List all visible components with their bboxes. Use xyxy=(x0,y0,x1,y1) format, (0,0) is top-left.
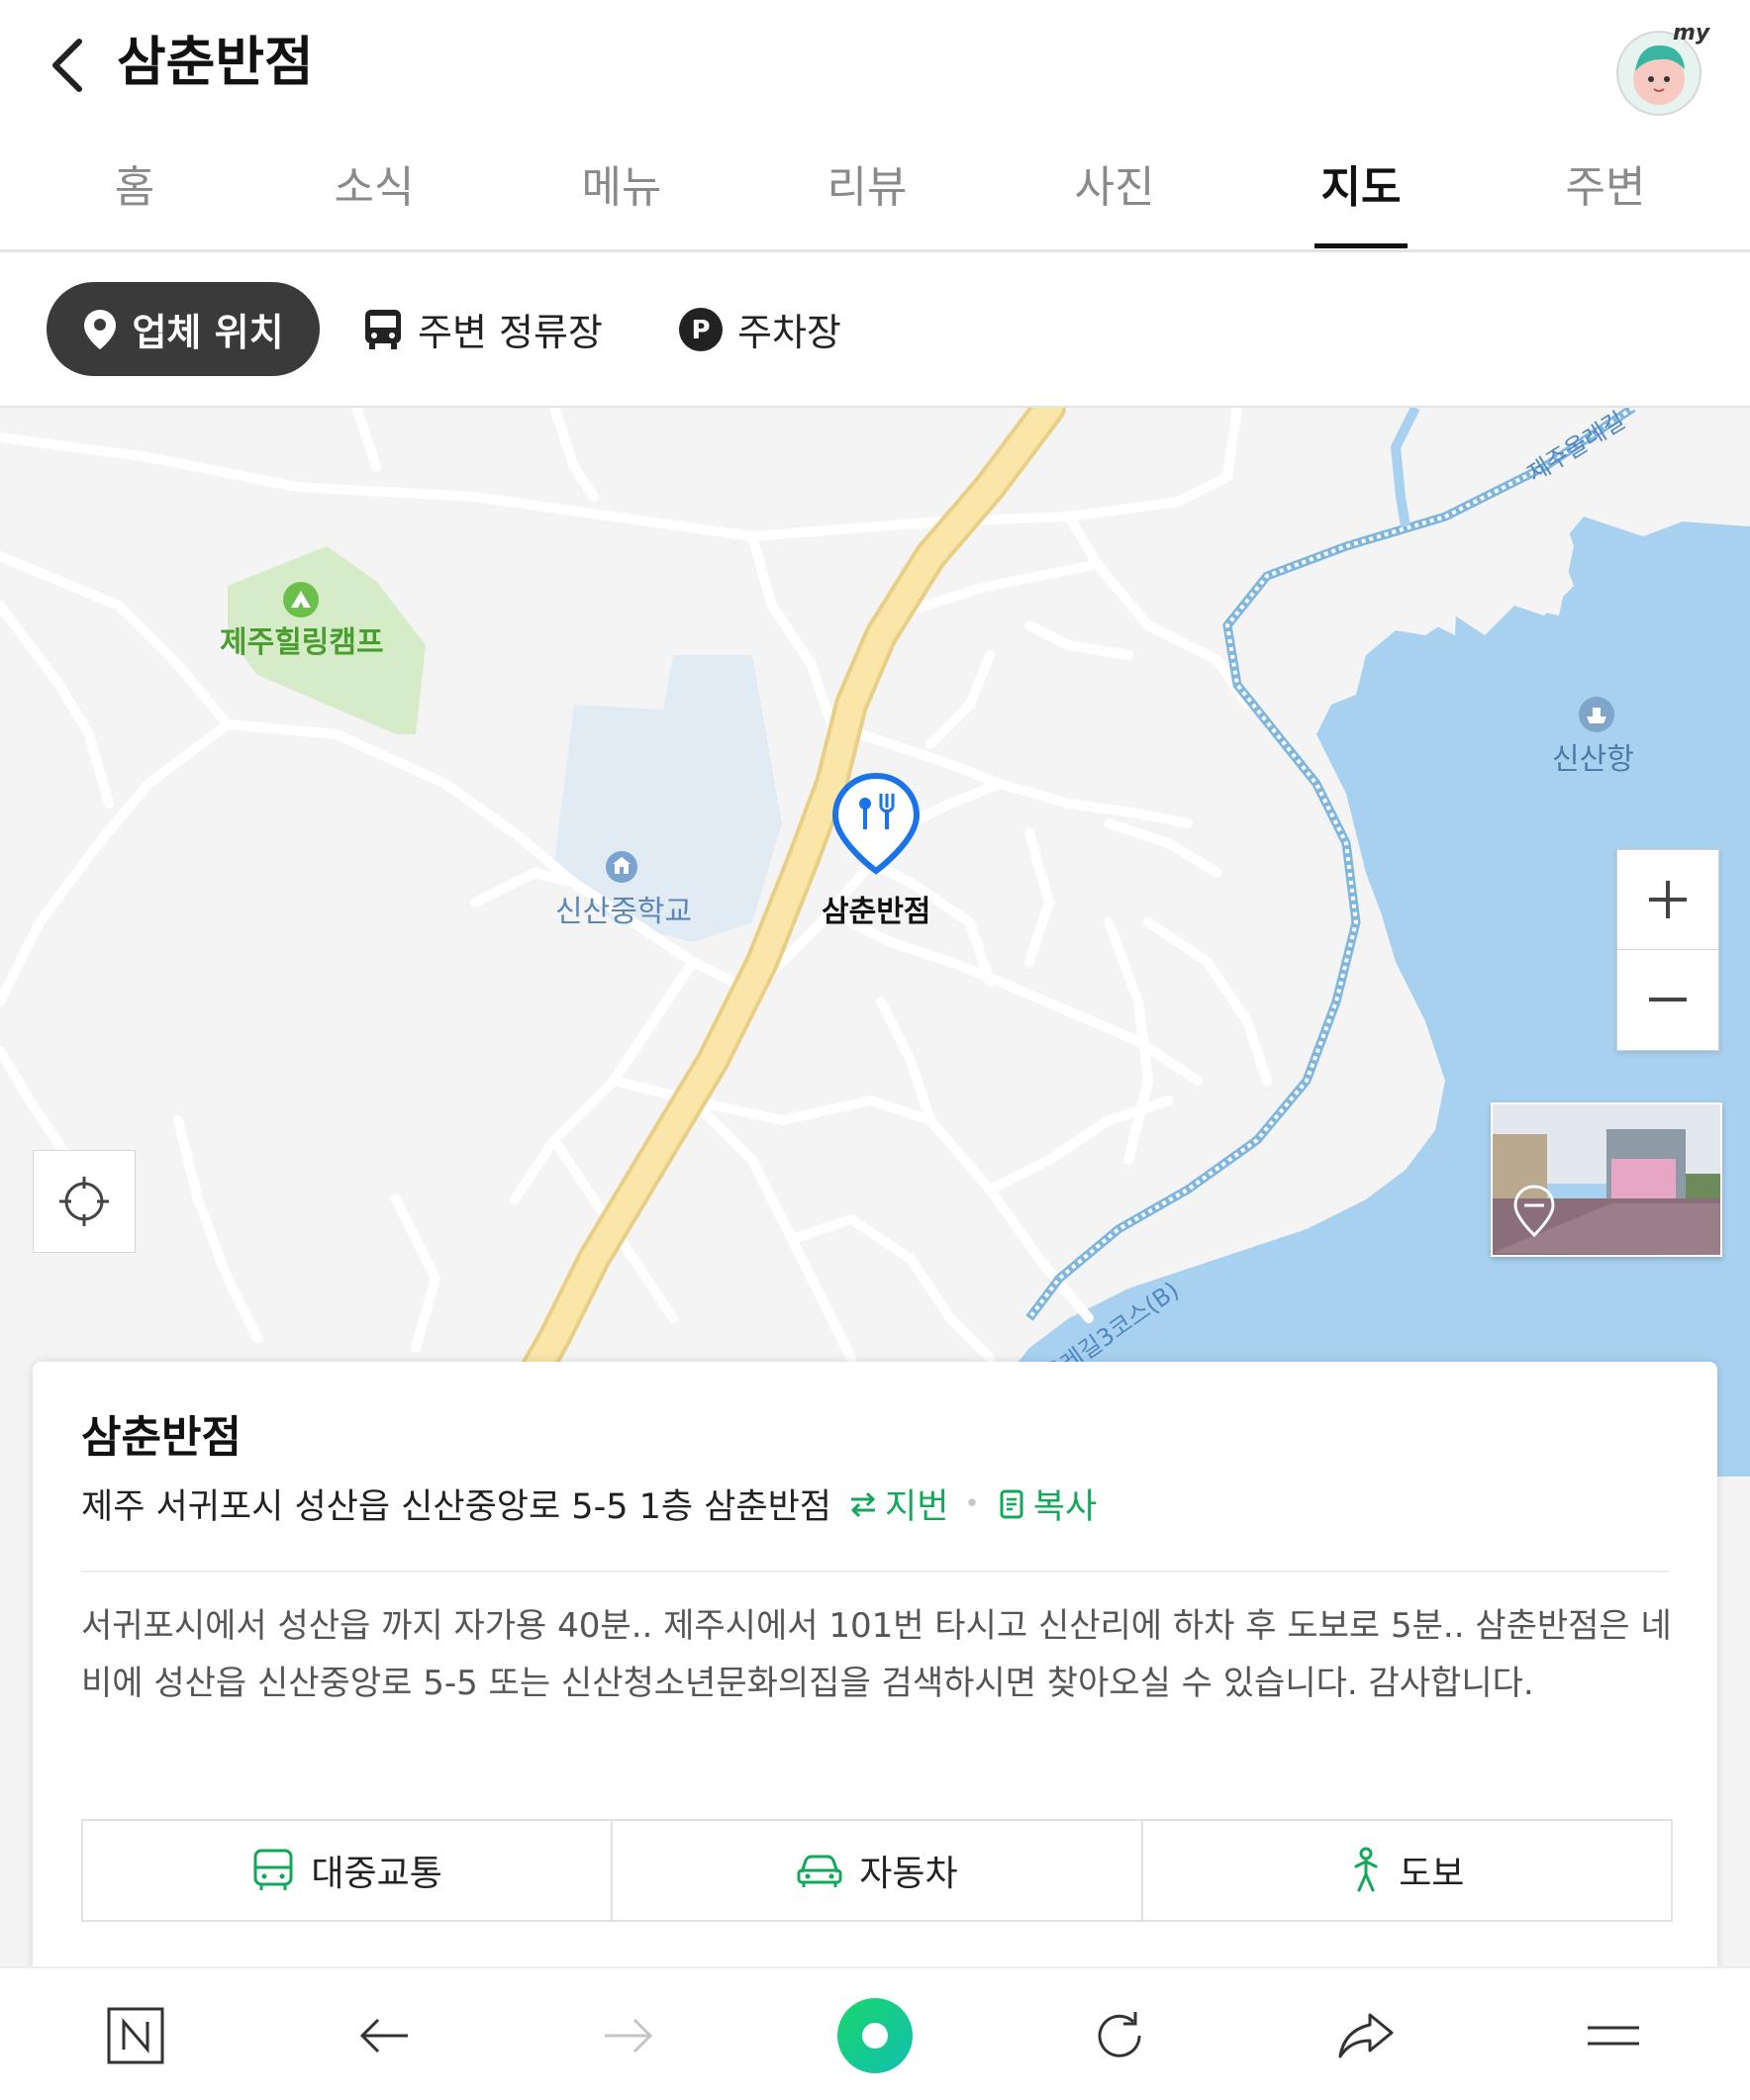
address-row: 제주 서귀포시 성산읍 신산중앙로 5-5 1층 삼춘반점 지번 • 복사 xyxy=(81,1479,1097,1529)
hamburger-menu-icon xyxy=(1588,2026,1639,2046)
bus-icon xyxy=(362,308,404,351)
share-button[interactable] xyxy=(1316,1986,1415,2085)
menu-button[interactable] xyxy=(1564,1986,1663,2085)
chip-business-location[interactable]: 업체 위치 xyxy=(47,282,320,376)
street-view-pin-icon xyxy=(1513,1185,1555,1238)
page-title: 삼춘반점 xyxy=(117,31,314,93)
tab-home[interactable]: 홈 xyxy=(46,158,224,218)
zoom-controls xyxy=(1616,849,1719,1051)
active-tab-indicator xyxy=(1314,243,1408,248)
tab-bar: 홈 소식 메뉴 리뷰 사진 지도 주변 xyxy=(0,139,1750,252)
chevron-left-icon xyxy=(52,39,82,92)
current-location-button[interactable] xyxy=(33,1150,136,1253)
naver-n-icon xyxy=(107,2007,164,2064)
separator-dot: • xyxy=(964,1488,980,1519)
tab-nearby[interactable]: 주변 xyxy=(1516,158,1695,218)
copy-label: 복사 xyxy=(1032,1487,1098,1527)
green-dot-icon xyxy=(837,1998,913,2073)
tab-menu[interactable]: 메뉴 xyxy=(533,158,711,218)
directions-description: 서귀포시에서 성산읍 까지 자가용 40분.. 제주시에서 101번 타시고 신… xyxy=(81,1606,1672,1703)
copy-address-button[interactable]: 복사 xyxy=(996,1479,1097,1529)
back-nav-button[interactable] xyxy=(335,1986,434,2085)
svg-text:P: P xyxy=(691,316,710,345)
campground-icon xyxy=(283,582,319,618)
map-label-port[interactable]: 신산항 xyxy=(1552,734,1634,778)
route-walk-button[interactable]: 도보 xyxy=(1140,1821,1671,1920)
map-label-healing-camp[interactable]: 제주힐링캠프 xyxy=(220,618,384,661)
school-icon xyxy=(606,851,637,883)
crosshair-icon xyxy=(59,1177,109,1226)
tab-news[interactable]: 소식 xyxy=(285,158,463,218)
chip-parking[interactable]: P 주차장 xyxy=(678,282,841,376)
walk-icon xyxy=(1349,1847,1383,1894)
restaurant-marker-icon[interactable] xyxy=(831,772,921,881)
map-label-restaurant[interactable]: 삼춘반점 xyxy=(822,887,930,930)
route-options: 대중교통 자동차 도보 xyxy=(81,1819,1673,1922)
tab-map[interactable]: 지도 xyxy=(1272,158,1450,218)
chip-label: 업체 위치 xyxy=(132,311,284,354)
refresh-icon xyxy=(1098,2012,1141,2057)
route-label: 자동차 xyxy=(859,1854,958,1894)
street-view-thumbnail[interactable] xyxy=(1491,1102,1722,1257)
arrow-left-icon xyxy=(359,2018,408,2053)
avatar-icon: my xyxy=(1616,21,1711,116)
route-label: 도보 xyxy=(1399,1854,1465,1894)
naver-home-button[interactable] xyxy=(86,1986,185,2085)
plus-icon xyxy=(1649,881,1687,918)
route-car-button[interactable]: 자동차 xyxy=(611,1821,1140,1920)
route-public-transit-button[interactable]: 대중교통 xyxy=(83,1821,611,1920)
chip-label: 주변 정류장 xyxy=(418,311,603,354)
forward-nav-button[interactable] xyxy=(579,1986,678,2085)
map-filter-bar: 업체 위치 주변 정류장 P 주차장 xyxy=(0,252,1750,408)
share-arrow-icon xyxy=(1338,2013,1394,2058)
chip-label: 주차장 xyxy=(737,311,841,354)
divider xyxy=(81,1571,1669,1573)
avatar-badge: my xyxy=(1673,21,1711,46)
zoom-in-button[interactable] xyxy=(1617,850,1718,949)
port-icon xyxy=(1579,697,1614,732)
location-pin-icon xyxy=(82,308,118,351)
bus-icon xyxy=(251,1848,295,1893)
minus-icon xyxy=(1649,998,1687,1002)
jibun-toggle-button[interactable]: 지번 xyxy=(847,1479,948,1529)
car-icon xyxy=(796,1851,843,1890)
parking-icon: P xyxy=(678,307,724,352)
green-dot-button[interactable] xyxy=(826,1986,924,2085)
my-avatar-button[interactable]: my xyxy=(1613,18,1712,117)
tab-reviews[interactable]: 리뷰 xyxy=(778,158,956,218)
header: 삼춘반점 my xyxy=(0,0,1750,129)
route-label: 대중교통 xyxy=(311,1854,442,1894)
place-info-card: 삼춘반점 제주 서귀포시 성산읍 신산중앙로 5-5 1층 삼춘반점 지번 • … xyxy=(33,1362,1717,1975)
browser-toolbar xyxy=(0,1966,1750,2100)
jibun-label: 지번 xyxy=(885,1487,949,1527)
tab-photos[interactable]: 사진 xyxy=(1025,158,1204,218)
copy-icon xyxy=(1000,1489,1023,1518)
back-button[interactable] xyxy=(40,30,119,99)
road-address: 제주 서귀포시 성산읍 신산중앙로 5-5 1층 삼춘반점 xyxy=(81,1487,831,1527)
zoom-out-button[interactable] xyxy=(1617,949,1718,1049)
swap-icon xyxy=(850,1491,876,1517)
place-name: 삼춘반점 xyxy=(81,1412,242,1463)
arrow-right-icon xyxy=(605,2018,653,2053)
map-label-school[interactable]: 신산중학교 xyxy=(555,887,692,930)
reload-button[interactable] xyxy=(1070,1986,1169,2085)
chip-nearby-stops[interactable]: 주변 정류장 xyxy=(362,282,603,376)
